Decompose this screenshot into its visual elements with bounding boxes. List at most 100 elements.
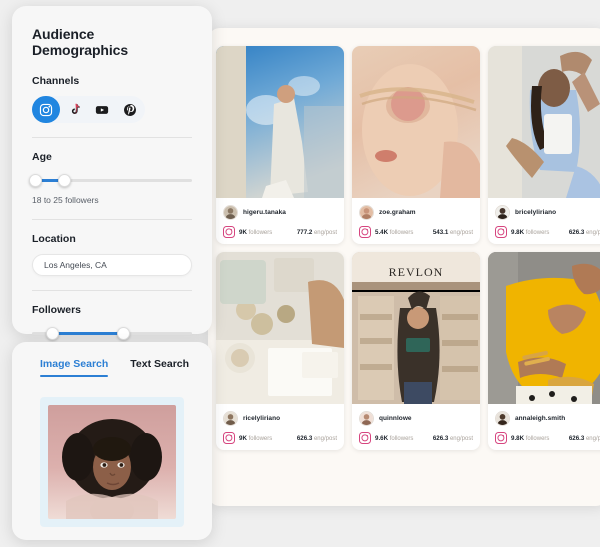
- tab-text-search[interactable]: Text Search: [130, 358, 189, 377]
- pinterest-icon: [124, 103, 136, 116]
- age-range-slider[interactable]: [28, 172, 192, 188]
- followers-range-slider[interactable]: [32, 325, 192, 341]
- instagram-icon: [223, 432, 235, 444]
- followers-slider-max-handle[interactable]: [116, 326, 130, 340]
- creator-photo: REVLON: [352, 252, 480, 404]
- engagement-stat: 626.3 eng/post: [569, 229, 600, 236]
- followers-stat: 9.8K followers: [511, 435, 549, 442]
- creator-username: ricelyliriano: [243, 415, 281, 422]
- followers-stat: 9.6K followers: [375, 435, 413, 442]
- engagement-stat: 777.2 eng/post: [297, 229, 337, 236]
- search-panel: Image Search Text Search: [12, 342, 212, 540]
- avatar: [359, 411, 374, 426]
- creator-stats: 9.8K followers 626.3 eng/post: [488, 223, 600, 238]
- engagement-label: eng/post: [585, 435, 600, 442]
- engagement-label: eng/post: [585, 229, 600, 236]
- youtube-icon: [95, 105, 109, 114]
- engagement-value: 626.3: [568, 228, 585, 236]
- divider: [32, 290, 192, 291]
- creator-identity: higeru.tanaka: [216, 198, 344, 223]
- followers-label: followers: [525, 435, 550, 442]
- engagement-label: eng/post: [449, 229, 473, 236]
- creator-card[interactable]: REVLON quinnlowe 9.6K followers 626.3 en…: [352, 252, 480, 450]
- creator-stats: 9.8K followers 626.3 eng/post: [488, 429, 600, 444]
- engagement-label: eng/post: [313, 229, 337, 236]
- instagram-icon: [359, 226, 371, 238]
- age-range-caption: 18 to 25 followers: [32, 195, 99, 205]
- creator-card[interactable]: bricelyliriano 9.8K followers 626.3 eng/…: [488, 46, 600, 244]
- engagement-stat: 626.3 eng/post: [297, 435, 337, 442]
- channels-label: Channels: [32, 75, 80, 87]
- creator-identity: annaleigh.smith: [488, 404, 600, 429]
- engagement-value: 626.3: [296, 434, 313, 442]
- avatar: [223, 205, 238, 220]
- creator-username: bricelyliriano: [515, 209, 557, 216]
- creator-username: zoe.graham: [379, 209, 416, 216]
- creator-identity: ricelyliriano: [216, 404, 344, 429]
- creator-card[interactable]: zoe.graham 5.4K followers 543.1 eng/post: [352, 46, 480, 244]
- audience-demographics-panel: Audience Demographics Channels Age 18 to…: [12, 6, 212, 358]
- image-upload-dropzone[interactable]: [40, 397, 184, 527]
- creator-photo: [216, 46, 344, 198]
- channel-option-pinterest[interactable]: [116, 96, 144, 123]
- age-label: Age: [32, 151, 52, 163]
- followers-slider-fill: [52, 332, 124, 335]
- creator-photo: [488, 252, 600, 404]
- followers-stat: 9K followers: [239, 435, 272, 442]
- creator-stats: 9K followers 777.2 eng/post: [216, 223, 344, 238]
- followers-label: followers: [525, 229, 550, 236]
- engagement-label: eng/post: [449, 435, 473, 442]
- instagram-icon: [359, 432, 371, 444]
- tab-image-search[interactable]: Image Search: [40, 358, 109, 377]
- followers-stat: 5.4K followers: [375, 229, 413, 236]
- age-slider-max-handle[interactable]: [57, 173, 71, 187]
- instagram-icon: [495, 432, 507, 444]
- engagement-label: eng/post: [313, 435, 337, 442]
- creator-photo: [216, 252, 344, 404]
- channel-option-instagram[interactable]: [32, 96, 60, 123]
- creator-username: quinnlowe: [379, 415, 412, 422]
- creator-photo: [488, 46, 600, 198]
- creator-card[interactable]: higeru.tanaka 9K followers 777.2 eng/pos…: [216, 46, 344, 244]
- creator-identity: bricelyliriano: [488, 198, 600, 223]
- followers-label: Followers: [32, 304, 82, 316]
- app-root: higeru.tanaka 9K followers 777.2 eng/pos…: [0, 0, 600, 547]
- creator-stats: 9K followers 626.3 eng/post: [216, 429, 344, 444]
- followers-value: 9K: [239, 434, 247, 442]
- creator-identity: zoe.graham: [352, 198, 480, 223]
- location-input[interactable]: Los Angeles, CA: [32, 254, 192, 276]
- engagement-value: 626.3: [568, 434, 585, 442]
- followers-value: 9.6K: [375, 434, 389, 442]
- search-tab-bar: Image Search Text Search: [12, 358, 212, 377]
- engagement-value: 543.1: [432, 228, 449, 236]
- followers-value: 9.8K: [511, 434, 525, 442]
- creator-card[interactable]: annaleigh.smith 9.8K followers 626.3 eng…: [488, 252, 600, 450]
- instagram-icon: [495, 226, 507, 238]
- creator-username: higeru.tanaka: [243, 209, 286, 216]
- divider: [32, 219, 192, 220]
- followers-value: 9K: [239, 228, 247, 236]
- followers-stat: 9.8K followers: [511, 229, 549, 236]
- tiktok-icon: [71, 103, 80, 115]
- engagement-stat: 626.3 eng/post: [569, 435, 600, 442]
- channel-option-tiktok[interactable]: [60, 96, 88, 123]
- uploaded-reference-image: [48, 405, 176, 519]
- followers-value: 9.8K: [511, 228, 525, 236]
- svg-text:REVLON: REVLON: [389, 265, 444, 279]
- creator-results-grid: higeru.tanaka 9K followers 777.2 eng/pos…: [216, 46, 600, 450]
- creator-photo: [352, 46, 480, 198]
- creator-stats: 5.4K followers 543.1 eng/post: [352, 223, 480, 238]
- followers-slider-min-handle[interactable]: [46, 326, 60, 340]
- avatar: [359, 205, 374, 220]
- divider: [32, 137, 192, 138]
- avatar: [495, 205, 510, 220]
- channel-option-youtube[interactable]: [88, 96, 116, 123]
- followers-label: followers: [389, 435, 414, 442]
- followers-value: 5.4K: [375, 228, 389, 236]
- page-title: Audience Demographics: [32, 26, 129, 58]
- followers-label: followers: [248, 229, 273, 236]
- creator-username: annaleigh.smith: [515, 415, 566, 422]
- channel-toggle-group: [32, 96, 145, 123]
- creator-card[interactable]: ricelyliriano 9K followers 626.3 eng/pos…: [216, 252, 344, 450]
- age-slider-min-handle[interactable]: [28, 173, 42, 187]
